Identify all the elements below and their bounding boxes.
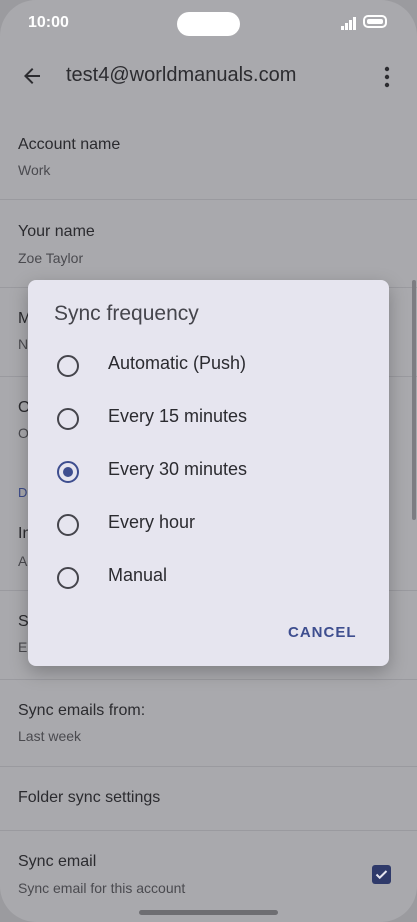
- checkmark-icon: [375, 870, 388, 880]
- setting-title: Account name: [18, 136, 121, 153]
- setting-sync-email[interactable]: Sync email Sync email for this account: [0, 831, 417, 922]
- radio-button[interactable]: [57, 408, 79, 430]
- status-time: 10:00: [28, 14, 69, 31]
- more-options-icon[interactable]: [380, 66, 394, 88]
- setting-sync-emails-from[interactable]: Sync emails from: Last week: [0, 680, 417, 767]
- app-bar: test4@worldmanuals.com: [0, 52, 417, 104]
- phone-screen: 10:00 test4@worldmanuals.com Account nam…: [0, 0, 417, 922]
- sync-frequency-dialog: Sync frequency Automatic (Push) Every 15…: [28, 280, 389, 666]
- setting-subtitle: Work: [18, 162, 51, 178]
- sync-email-checkbox[interactable]: [372, 865, 391, 884]
- setting-title: Sync email: [18, 853, 97, 870]
- radio-button[interactable]: [57, 355, 79, 377]
- option-every-15-minutes[interactable]: Every 15 minutes: [28, 395, 389, 443]
- setting-folder-sync[interactable]: Folder sync settings: [0, 767, 417, 831]
- dynamic-island: [177, 12, 240, 36]
- setting-title: Sync emails from:: [18, 702, 146, 719]
- option-label: Every 15 minutes: [108, 406, 248, 426]
- dialog-title: Sync frequency: [54, 302, 199, 325]
- option-every-hour[interactable]: Every hour: [28, 501, 389, 549]
- setting-subtitle: Zoe Taylor: [18, 250, 84, 266]
- setting-subtitle: Sync email for this account: [18, 880, 186, 896]
- setting-account-name[interactable]: Account name Work: [0, 118, 417, 200]
- option-automatic-push[interactable]: Automatic (Push): [28, 342, 389, 390]
- back-arrow-icon[interactable]: [20, 64, 44, 88]
- scrollbar[interactable]: [412, 280, 416, 520]
- setting-subtitle: E: [18, 639, 28, 655]
- setting-title: Folder sync settings: [18, 789, 161, 806]
- status-bar: 10:00: [0, 0, 417, 48]
- radio-button[interactable]: [57, 514, 79, 536]
- option-every-30-minutes[interactable]: Every 30 minutes: [28, 448, 389, 496]
- option-label: Every 30 minutes: [108, 459, 248, 479]
- home-indicator[interactable]: [139, 910, 278, 915]
- page-title: test4@worldmanuals.com: [66, 64, 297, 86]
- cancel-button[interactable]: CANCEL: [288, 624, 357, 641]
- battery-icon: [363, 15, 387, 28]
- setting-subtitle: A: [18, 553, 28, 569]
- setting-subtitle: N: [18, 336, 29, 352]
- signal-icon: [341, 17, 356, 30]
- section-header: D: [18, 485, 28, 500]
- option-manual[interactable]: Manual: [28, 554, 389, 602]
- radio-button-selected[interactable]: [57, 461, 79, 483]
- option-label: Every hour: [108, 512, 196, 532]
- option-label: Manual: [108, 565, 168, 585]
- setting-subtitle: Last week: [18, 728, 82, 744]
- setting-your-name[interactable]: Your name Zoe Taylor: [0, 200, 417, 288]
- radio-button[interactable]: [57, 567, 79, 589]
- setting-title: Your name: [18, 223, 95, 240]
- option-label: Automatic (Push): [108, 353, 247, 373]
